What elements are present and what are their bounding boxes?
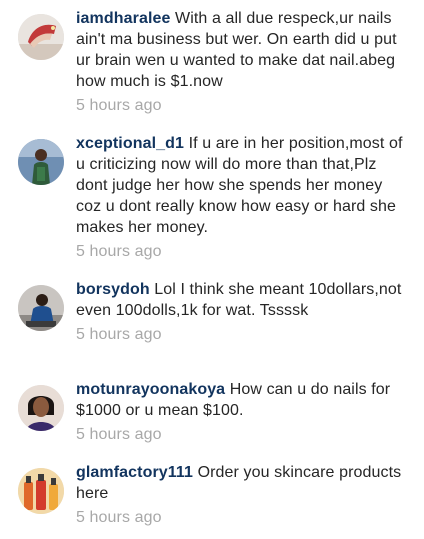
user-avatar[interactable] [18,139,64,185]
person-photo-avatar-icon [18,285,64,331]
user-avatar[interactable] [18,285,64,331]
user-avatar[interactable] [18,385,64,431]
user-avatar[interactable] [18,468,64,514]
comment-timestamp: 5 hours ago [76,426,162,443]
comment-timestamp: 5 hours ago [76,243,162,260]
person-photo-avatar-icon [18,139,64,185]
comment-body: borsydoh Lol I think she meant 10dollars… [76,279,406,345]
comment-body: glamfactory111 Order you skincare produc… [76,462,406,528]
comment-username[interactable]: glamfactory111 [76,464,193,481]
woman-photo-avatar-icon [18,385,64,431]
comment-username[interactable]: borsydoh [76,281,150,298]
comment-body: iamdharalee With a all due respeck,ur na… [76,8,406,116]
user-avatar[interactable] [18,14,64,60]
comment-username[interactable]: iamdharalee [76,10,170,27]
comment-timestamp: 5 hours ago [76,97,162,114]
comment-username[interactable]: xceptional_d1 [76,135,184,152]
comment-username[interactable]: motunrayoonakoya [76,381,225,398]
comment-list: iamdharalee With a all due respeck,ur na… [0,0,424,539]
comment-body: xceptional_d1 If u are in her position,m… [76,133,406,262]
bottles-photo-avatar-icon [18,468,64,514]
comment-body: motunrayoonakoya How can u do nails for … [76,379,406,445]
nail-photo-avatar-icon [18,14,64,60]
comment-timestamp: 5 hours ago [76,509,162,526]
comment-timestamp: 5 hours ago [76,326,162,343]
